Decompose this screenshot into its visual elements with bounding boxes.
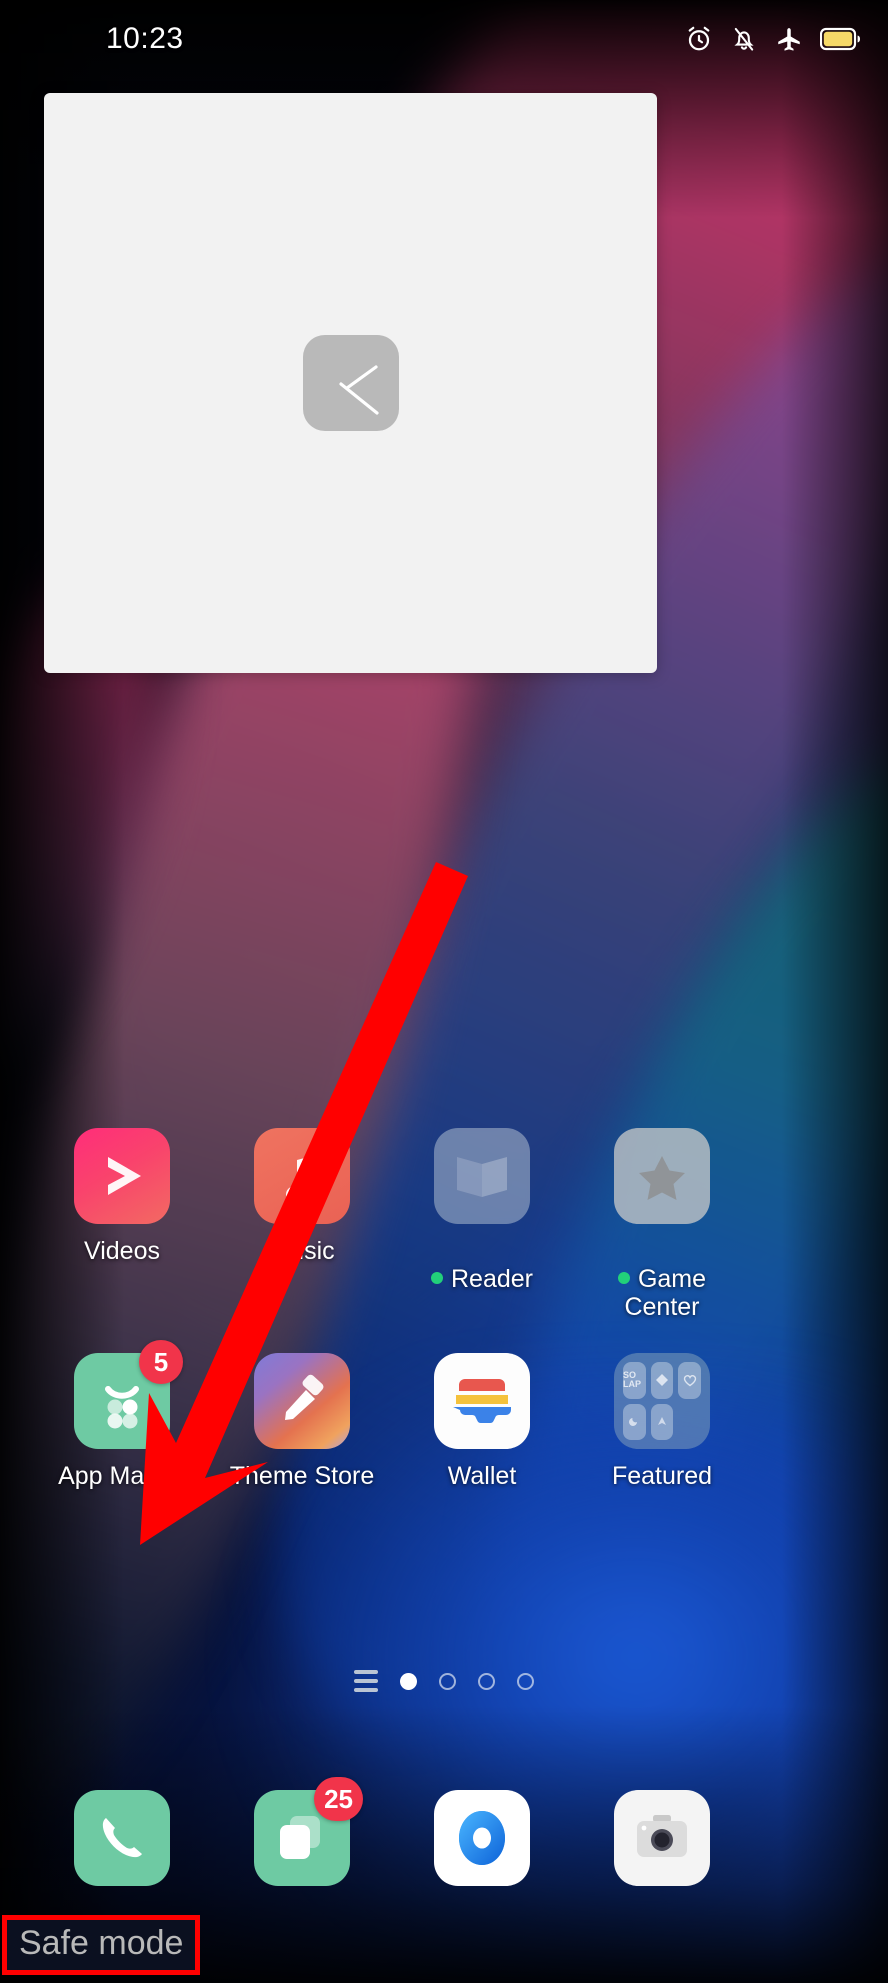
dock-app-browser[interactable] xyxy=(402,1790,562,1886)
app-label: Theme Store xyxy=(229,1462,375,1490)
moon-icon xyxy=(623,1403,646,1440)
heart-icon xyxy=(678,1362,701,1399)
page-dot-4[interactable] xyxy=(517,1672,534,1690)
airplane-mode-icon xyxy=(778,28,800,51)
app-music[interactable]: Music xyxy=(222,1128,382,1321)
reader-book-icon[interactable] xyxy=(434,1128,530,1224)
page-list-icon[interactable] xyxy=(354,1670,378,1692)
app-market-icon[interactable]: 5 xyxy=(74,1340,183,1449)
app-label: Game Center xyxy=(617,1237,706,1321)
dock-app-phone[interactable] xyxy=(42,1790,202,1886)
status-dot xyxy=(617,1272,630,1285)
status-bar: 10:23 xyxy=(0,0,888,78)
diamond-icon xyxy=(650,1362,674,1399)
status-bar-icons xyxy=(684,24,862,54)
app-label: Reader xyxy=(431,1237,533,1293)
game-star-icon[interactable] xyxy=(614,1128,710,1224)
app-wallet[interactable]: Wallet xyxy=(402,1353,562,1490)
app-game-center[interactable]: Game Center xyxy=(582,1128,742,1321)
app-theme-store[interactable]: Theme Store xyxy=(222,1353,382,1490)
status-bar-clock: 10:23 xyxy=(106,22,184,55)
notification-badge: 5 xyxy=(139,1340,183,1384)
page-dot-2[interactable] xyxy=(439,1672,456,1690)
camera-icon[interactable] xyxy=(614,1790,710,1886)
app-row: 5 App Market Theme Store Wallet SO LAP F… xyxy=(0,1340,888,1490)
app-label: Videos xyxy=(84,1237,160,1265)
dock-app-messages[interactable]: 25 xyxy=(222,1777,382,1886)
dock: 25 xyxy=(0,1777,888,1886)
battery-icon xyxy=(820,27,860,51)
compass-icon xyxy=(650,1403,674,1440)
wallet-cards-icon[interactable] xyxy=(434,1353,530,1449)
analog-clock-icon xyxy=(302,335,399,431)
app-label: Wallet xyxy=(447,1462,517,1490)
page-dot-1[interactable] xyxy=(400,1672,417,1690)
browser-circle-icon[interactable] xyxy=(434,1790,530,1886)
app-grid: Videos Music Reader Game Center 5 App Ma… xyxy=(0,1128,888,1490)
theme-brush-icon[interactable] xyxy=(254,1353,350,1449)
app-label: Music xyxy=(269,1237,335,1265)
safe-mode-highlight: Safe mode xyxy=(2,1914,201,1975)
music-note-icon[interactable] xyxy=(254,1128,350,1224)
bell-muted-icon xyxy=(734,27,754,51)
app-label: App Market xyxy=(58,1462,186,1490)
folder-mini-icon: SO LAP xyxy=(623,1362,646,1399)
app-reader[interactable]: Reader xyxy=(402,1128,562,1321)
videos-play-icon[interactable] xyxy=(74,1128,170,1224)
page-indicator[interactable] xyxy=(0,1670,888,1692)
app-app-market[interactable]: 5 App Market xyxy=(42,1340,202,1490)
dock-app-camera[interactable] xyxy=(582,1790,742,1886)
phone-home-screen: 10:23 Videos Music Reader Game Center 5 … xyxy=(0,0,888,1983)
phone-handset-icon[interactable] xyxy=(74,1790,170,1886)
app-row: Videos Music Reader Game Center xyxy=(0,1128,888,1321)
app-featured-folder[interactable]: SO LAP Featured xyxy=(582,1353,742,1490)
folder-mini-empty xyxy=(678,1404,701,1441)
alarm-icon xyxy=(688,26,710,51)
safe-mode-label: Safe mode xyxy=(7,1919,196,1970)
app-label: Featured xyxy=(611,1462,713,1490)
page-dot-3[interactable] xyxy=(478,1672,495,1690)
featured-folder-icon[interactable]: SO LAP xyxy=(614,1353,710,1449)
clock-widget[interactable] xyxy=(44,93,657,673)
status-dot xyxy=(431,1272,443,1285)
notification-badge: 25 xyxy=(314,1777,363,1821)
messages-bubbles-icon[interactable]: 25 xyxy=(254,1777,363,1886)
app-videos[interactable]: Videos xyxy=(42,1128,202,1321)
